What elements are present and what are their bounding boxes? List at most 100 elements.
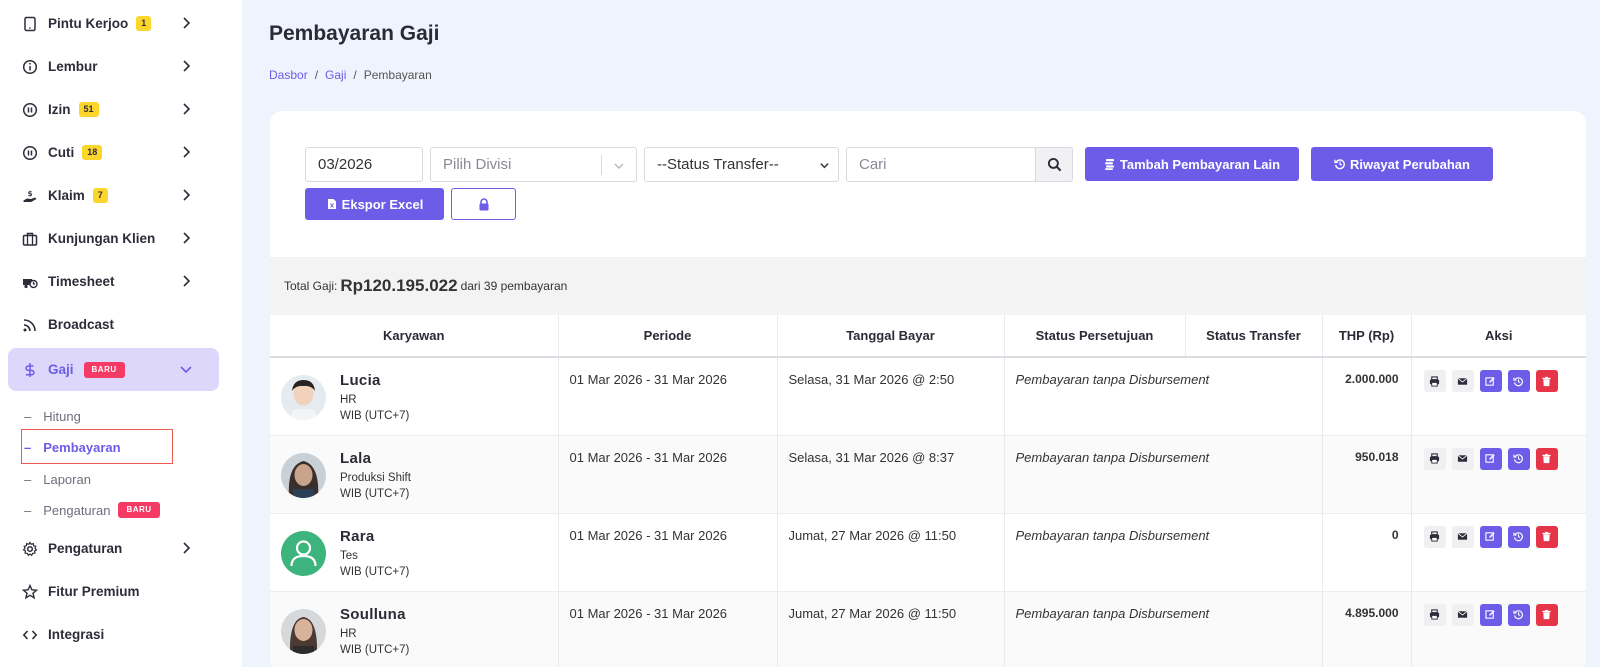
- svg-text:$: $: [28, 190, 33, 198]
- employee-division: HR: [340, 394, 357, 406]
- email-button[interactable]: [1451, 525, 1474, 548]
- sidebar-item-lembur[interactable]: Lembur: [8, 45, 219, 88]
- history-button[interactable]: [1507, 603, 1530, 626]
- edit-button[interactable]: [1479, 447, 1502, 470]
- history-button[interactable]: Riwayat Perubahan: [1311, 147, 1493, 181]
- edit-button[interactable]: [1479, 603, 1502, 626]
- sidebar-item-izin[interactable]: Izin 51: [8, 88, 219, 131]
- approval-status-cell: Pembayaran tanpa Disbursement: [1004, 591, 1323, 667]
- employee-name: Lucia: [340, 372, 381, 389]
- pause-circle-icon: [22, 102, 38, 118]
- lock-button[interactable]: [451, 188, 516, 220]
- print-button[interactable]: [1423, 370, 1446, 392]
- star-icon: [22, 583, 38, 600]
- truck-clock-icon: [22, 274, 38, 290]
- code-icon: [22, 627, 38, 643]
- sidebar-item-klaim[interactable]: $ Klaim 7: [8, 174, 219, 217]
- column-header-tanggal-bayar[interactable]: Tanggal Bayar: [777, 315, 1005, 358]
- column-header-karyawan[interactable]: Karyawan: [270, 315, 559, 358]
- status-transfer-select[interactable]: --Status Transfer--: [644, 147, 839, 182]
- status-transfer-value: --Status Transfer--: [657, 156, 779, 173]
- period-cell: 01 Mar 2026 - 31 Mar 2026: [558, 591, 778, 667]
- sidebar-item-integrasi[interactable]: Integrasi: [8, 613, 219, 656]
- dollar-icon: [22, 362, 38, 378]
- print-button[interactable]: [1423, 603, 1446, 626]
- edit-icon: [1485, 376, 1495, 386]
- sidebar-item-label: Gaji: [48, 362, 74, 377]
- sidebar-item-pintu-kerjoo[interactable]: Pintu Kerjoo 1: [8, 2, 219, 45]
- avatar: [281, 452, 326, 498]
- delete-button[interactable]: [1535, 603, 1558, 626]
- delete-button[interactable]: [1535, 447, 1558, 470]
- period-input[interactable]: 03/2026: [305, 147, 423, 182]
- division-select[interactable]: Pilih Divisi: [430, 147, 637, 182]
- email-button[interactable]: [1451, 447, 1474, 470]
- sidebar-item-timesheet[interactable]: Timesheet: [8, 260, 219, 303]
- email-button[interactable]: [1451, 603, 1474, 626]
- column-header-status-transfer[interactable]: Status Transfer: [1185, 315, 1323, 358]
- sidebar-item-pengaturan[interactable]: Pengaturan: [8, 527, 219, 570]
- search-button[interactable]: [1035, 147, 1073, 182]
- history-button[interactable]: [1507, 370, 1530, 392]
- chevron-down-icon: [820, 163, 829, 169]
- sidebar-item-label: Lembur: [48, 59, 98, 74]
- employee-cell[interactable]: Soulluna HR WIB (UTC+7): [270, 606, 558, 658]
- history-icon: [1513, 532, 1523, 542]
- count-badge: 1: [136, 16, 152, 31]
- envelope-icon: [1457, 532, 1468, 540]
- period-cell: 01 Mar 2026 - 31 Mar 2026: [558, 513, 778, 592]
- sidebar-item-label: Kunjungan Klien: [48, 231, 156, 246]
- sidebar-item-label: Klaim: [48, 188, 85, 203]
- count-badge: 7: [92, 188, 108, 203]
- avatar: [281, 375, 326, 420]
- column-header-aksi: Aksi: [1411, 315, 1586, 358]
- select-divider: [601, 155, 602, 175]
- print-button[interactable]: [1423, 447, 1446, 470]
- lock-icon: [479, 197, 488, 210]
- column-header-status-persetujuan[interactable]: Status Persetujuan: [1004, 315, 1186, 358]
- approval-status-cell: Pembayaran tanpa Disbursement: [1004, 357, 1323, 436]
- sidebar-subitem-hitung[interactable]: – Hitung: [24, 406, 81, 426]
- breadcrumb-dasbor[interactable]: Dasbor: [269, 68, 308, 82]
- history-icon: [1334, 159, 1345, 170]
- sidebar-item-broadcast[interactable]: Broadcast: [8, 303, 219, 346]
- sidebar-subitem-laporan[interactable]: – Laporan: [24, 469, 91, 489]
- employee-division: Produksi Shift: [340, 471, 411, 484]
- add-payment-label: Tambah Pembayaran Lain: [1119, 156, 1281, 172]
- sidebar-item-gaji[interactable]: Gaji BARU: [8, 348, 219, 391]
- delete-button[interactable]: [1535, 370, 1558, 392]
- filter-bar: 03/2026 Pilih Divisi --Status Transfer--…: [270, 111, 1586, 257]
- sidebar-item-kunjungan-klien[interactable]: Kunjungan Klien: [8, 217, 219, 260]
- employee-cell[interactable]: Rara Tes WIB (UTC+7): [270, 528, 558, 580]
- sidebar: Pintu Kerjoo 1 Lembur Izin 51 Cuti 18 $ …: [0, 0, 242, 667]
- sidebar-subitem-pengaturan[interactable]: – Pengaturan BARU: [24, 500, 160, 520]
- search-input[interactable]: Cari: [846, 147, 1036, 182]
- print-button[interactable]: [1423, 525, 1446, 548]
- sidebar-item-fitur-premium[interactable]: Fitur Premium: [8, 570, 219, 613]
- chevron-right-icon: [183, 232, 191, 244]
- hand-coin-icon: $: [22, 188, 38, 204]
- paid-date-cell: Selasa, 31 Mar 2026 @ 2:50: [777, 357, 1005, 436]
- chevron-right-icon: [183, 542, 191, 554]
- sidebar-item-cuti[interactable]: Cuti 18: [8, 131, 219, 174]
- table-row: Soulluna HR WIB (UTC+7) 01 Mar 2026 - 31…: [270, 591, 1586, 667]
- history-button[interactable]: [1507, 525, 1530, 548]
- edit-button[interactable]: [1479, 370, 1502, 392]
- approval-status-cell: Pembayaran tanpa Disbursement: [1004, 513, 1323, 592]
- employee-cell[interactable]: Lala Produksi Shift WIB (UTC+7): [270, 450, 558, 502]
- breadcrumb-gaji[interactable]: Gaji: [325, 68, 346, 82]
- export-excel-button[interactable]: X Ekspor Excel: [305, 188, 444, 220]
- add-payment-button[interactable]: Tambah Pembayaran Lain: [1085, 147, 1299, 181]
- column-header-periode[interactable]: Periode: [558, 315, 778, 358]
- search-placeholder: Cari: [859, 156, 887, 173]
- employee-timezone: WIB (UTC+7): [340, 487, 410, 500]
- history-button[interactable]: [1507, 447, 1530, 470]
- email-button[interactable]: [1451, 370, 1474, 392]
- column-header-thp[interactable]: THP (Rp): [1322, 315, 1412, 358]
- edit-button[interactable]: [1479, 525, 1502, 548]
- employee-cell[interactable]: Lucia HR WIB (UTC+7): [270, 372, 558, 424]
- info-circle-icon: [22, 59, 38, 75]
- sidebar-subitem-pembayaran[interactable]: – Pembayaran: [24, 437, 121, 457]
- delete-button[interactable]: [1535, 525, 1558, 548]
- sidebar-item-label: Fitur Premium: [48, 584, 140, 599]
